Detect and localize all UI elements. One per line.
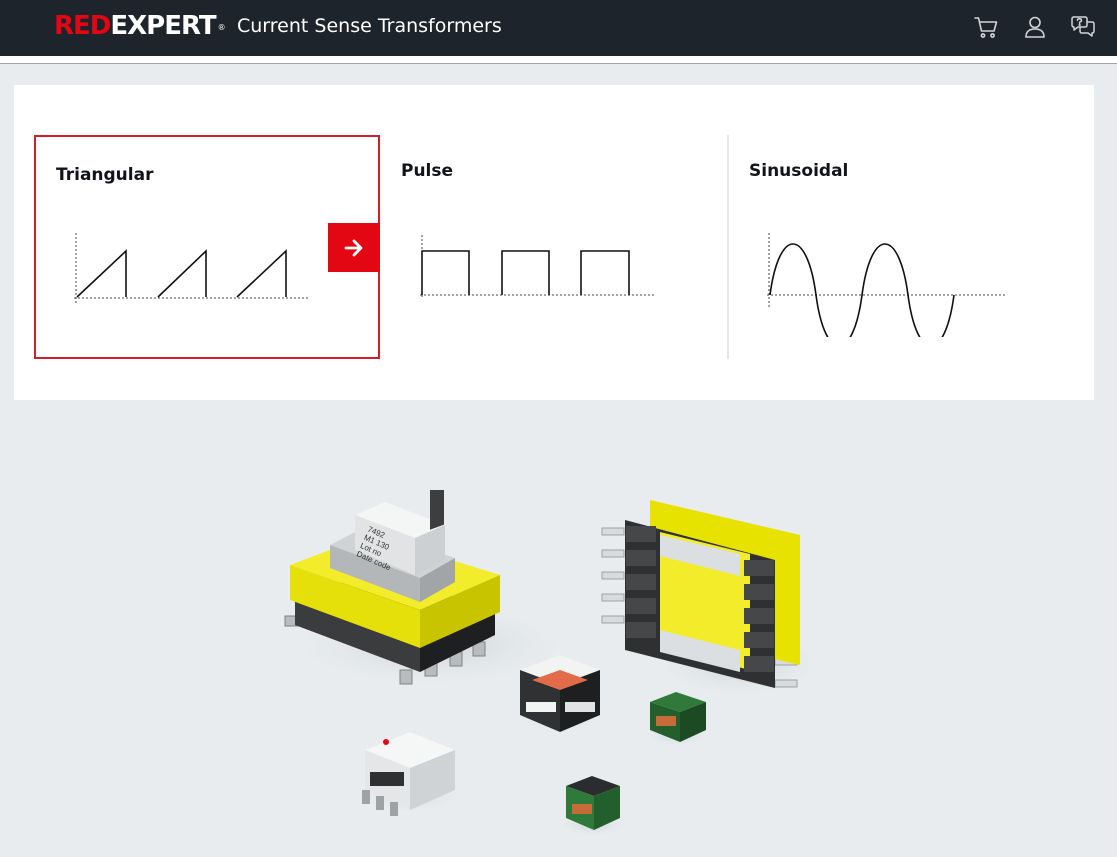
user-icon[interactable] xyxy=(1022,14,1048,40)
logo-white-text: EXPERT xyxy=(110,11,216,41)
card-pulse[interactable]: Pulse xyxy=(381,135,727,359)
card-title-sinusoidal: Sinusoidal xyxy=(749,161,849,181)
header-separator xyxy=(0,56,1117,64)
pulse-wave-icon xyxy=(420,235,654,299)
large-smd-transformer: 7492 M1 130 Lot no Date code xyxy=(280,490,580,690)
triangular-wave-icon xyxy=(74,233,308,303)
card-title-pulse: Pulse xyxy=(401,161,454,181)
arrow-right-icon xyxy=(344,239,363,256)
top-bar: RED EXPERT ® Current Sense Transformers xyxy=(0,0,1117,56)
sine-wave-icon xyxy=(767,233,1007,337)
small-transformer-green-b xyxy=(557,776,627,837)
next-arrow-button[interactable] xyxy=(328,223,380,272)
help-chat-icon[interactable] xyxy=(1070,14,1096,40)
small-transformer-green-a xyxy=(642,692,712,747)
logo-registered-mark: ® xyxy=(217,23,226,32)
redexpert-logo[interactable]: RED EXPERT ® xyxy=(54,11,226,43)
small-transformer-b xyxy=(355,732,465,816)
app-title: Current Sense Transformers xyxy=(237,15,502,37)
card-title-triangular: Triangular xyxy=(56,165,154,185)
waveform-selection-panel: Triangular Pulse Sinusoidal xyxy=(14,85,1094,400)
upright-smd-transformer xyxy=(601,500,830,700)
current-sense-transformers-image: 7492 M1 130 Lot no Date code xyxy=(280,490,830,837)
card-sinusoidal[interactable]: Sinusoidal xyxy=(729,135,1075,359)
cart-icon[interactable] xyxy=(973,14,999,40)
logo-red-text: RED xyxy=(54,11,111,41)
